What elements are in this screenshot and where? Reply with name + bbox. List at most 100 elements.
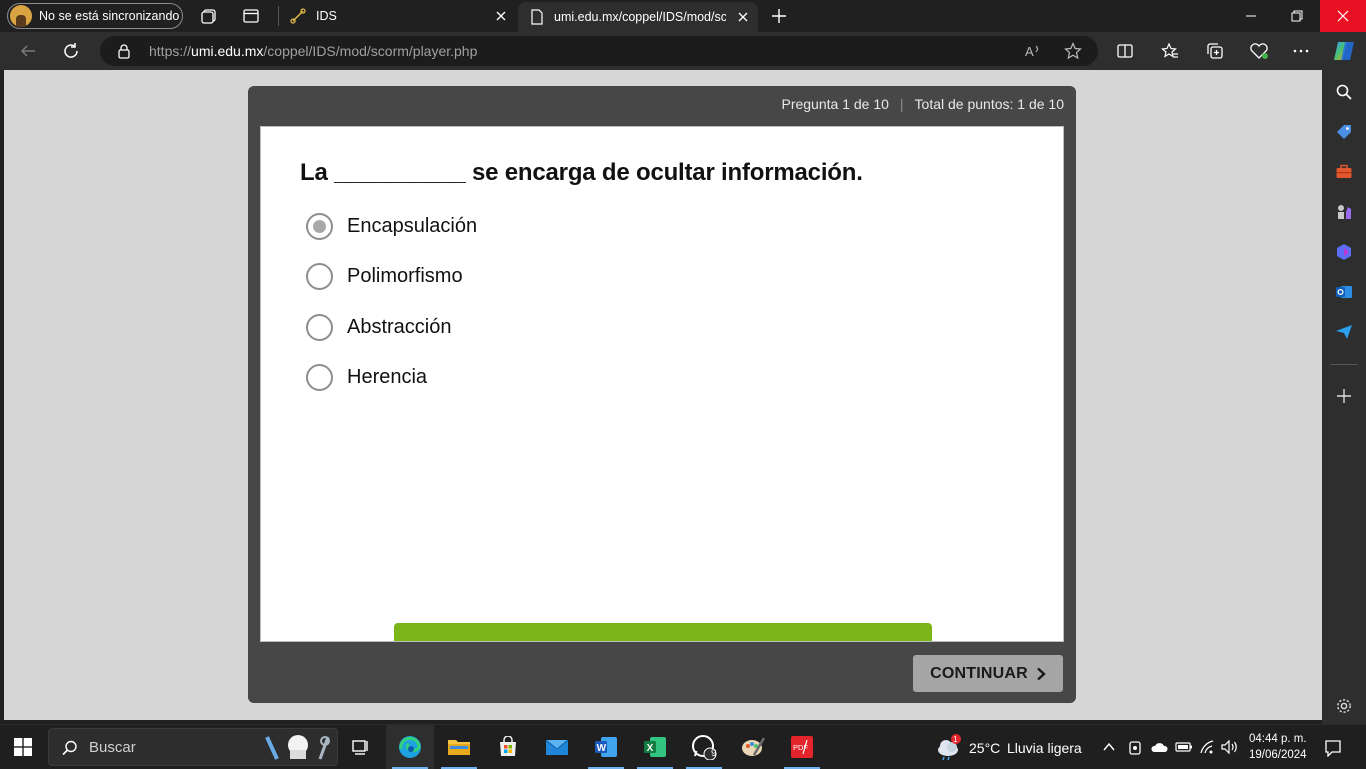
clock[interactable]: 04:44 p. m. 19/06/2024 xyxy=(1249,731,1307,763)
tab-ids[interactable]: IDS xyxy=(282,0,516,32)
weather-temperature[interactable]: 25°C xyxy=(969,740,1000,756)
option-label: Abstracción xyxy=(347,315,452,338)
quiz-status: Pregunta 1 de 10 | Total de puntos: 1 de… xyxy=(781,96,1064,112)
tab-actions-icon[interactable] xyxy=(241,6,261,26)
url-path: /coppel/IDS/mod/scorm/player.php xyxy=(263,43,478,59)
option-encapsulacion[interactable]: Encapsulación xyxy=(306,212,477,240)
radio[interactable] xyxy=(306,262,333,290)
avatar xyxy=(10,5,32,27)
onedrive-icon[interactable] xyxy=(1150,740,1168,754)
copilot-icon[interactable] xyxy=(1332,39,1356,63)
radio[interactable] xyxy=(306,313,333,341)
radio-selected[interactable] xyxy=(306,212,333,240)
page-viewport: Pregunta 1 de 10 | Total de puntos: 1 de… xyxy=(4,70,1322,720)
close-window-button[interactable] xyxy=(1320,0,1366,32)
pdf-app-icon[interactable]: PDF xyxy=(778,725,826,769)
search-placeholder: Buscar xyxy=(89,739,136,756)
browser-toolbar: https://umi.edu.mx/coppel/IDS/mod/scorm/… xyxy=(0,32,1366,70)
whatsapp-badge: 9 xyxy=(711,748,717,759)
favorite-star-icon[interactable] xyxy=(1064,42,1082,60)
read-aloud-icon[interactable]: A xyxy=(1024,42,1042,60)
close-tab-icon[interactable] xyxy=(494,9,508,23)
url-scheme: https:// xyxy=(149,43,192,59)
tab-title: umi.edu.mx/coppel/IDS/mod/scorm/player.p… xyxy=(554,10,726,24)
route-icon xyxy=(290,8,306,24)
restore-button[interactable] xyxy=(1274,0,1320,32)
send-icon[interactable] xyxy=(1334,322,1354,342)
url-domain: umi.edu.mx xyxy=(191,43,264,59)
minimize-button[interactable] xyxy=(1228,0,1274,32)
volume-icon[interactable] xyxy=(1221,740,1239,754)
option-label: Encapsulación xyxy=(347,214,478,237)
option-abstraccion[interactable]: Abstracción xyxy=(306,313,452,341)
file-explorer-icon[interactable] xyxy=(435,725,483,769)
profile-sync-label: No se está sincronizando xyxy=(39,9,180,23)
sidebar-divider xyxy=(1330,364,1358,365)
radio[interactable] xyxy=(306,363,333,391)
taskbar: Buscar W X 9 PDF 1 25°C Lluvia ligera 04… xyxy=(0,724,1366,769)
svg-text:X: X xyxy=(647,743,654,754)
page-icon xyxy=(530,9,544,25)
windows-start-icon[interactable] xyxy=(14,738,32,756)
outlook-icon[interactable] xyxy=(1334,282,1354,302)
svg-text:W: W xyxy=(597,743,607,754)
option-label: Herencia xyxy=(347,365,428,388)
weather-description[interactable]: Lluvia ligera xyxy=(1007,740,1082,756)
search-icon[interactable] xyxy=(1334,82,1354,102)
question-counter: Pregunta 1 de 10 xyxy=(781,96,889,112)
tab-divider xyxy=(278,6,279,26)
option-herencia[interactable]: Herencia xyxy=(306,363,427,391)
url-text: https://umi.edu.mx/coppel/IDS/mod/scorm/… xyxy=(149,43,477,59)
chevron-up-icon[interactable] xyxy=(1102,740,1116,754)
scorm-player: Pregunta 1 de 10 | Total de puntos: 1 de… xyxy=(248,86,1076,703)
weather-icon[interactable]: 1 xyxy=(936,734,962,760)
edge-taskbar-icon[interactable] xyxy=(386,725,434,769)
workspaces-icon[interactable] xyxy=(199,6,219,26)
toolbox-icon[interactable] xyxy=(1334,162,1354,182)
lock-icon[interactable] xyxy=(117,43,131,59)
tag-icon[interactable] xyxy=(1334,122,1354,142)
svg-text:A: A xyxy=(1025,44,1034,59)
edge-sidebar xyxy=(1322,70,1366,724)
microsoft-store-icon[interactable] xyxy=(484,725,532,769)
option-label: Polimorfismo xyxy=(347,264,463,287)
chef-hat-icon xyxy=(265,733,331,763)
new-tab-icon[interactable] xyxy=(769,6,789,26)
task-view-icon[interactable] xyxy=(337,725,385,769)
notifications-icon[interactable] xyxy=(1324,739,1342,757)
refresh-icon[interactable] xyxy=(61,41,81,61)
profile-button[interactable]: No se está sincronizando xyxy=(7,3,183,29)
back-icon[interactable] xyxy=(18,41,38,61)
tab-title: IDS xyxy=(316,9,337,23)
address-bar[interactable]: https://umi.edu.mx/coppel/IDS/mod/scorm/… xyxy=(100,36,1098,66)
paint-icon[interactable] xyxy=(729,725,777,769)
settings-icon[interactable] xyxy=(1334,696,1354,716)
whatsapp-icon[interactable]: 9 xyxy=(680,725,728,769)
weather-badge: 1 xyxy=(953,735,958,744)
tab-player[interactable]: umi.edu.mx/coppel/IDS/mod/scorm/player.p… xyxy=(518,2,758,32)
continue-button[interactable]: CONTINUAR xyxy=(913,655,1063,692)
add-icon[interactable] xyxy=(1334,386,1354,406)
wifi-icon[interactable] xyxy=(1199,740,1217,754)
option-polimorfismo[interactable]: Polimorfismo xyxy=(306,262,463,290)
more-options-icon[interactable] xyxy=(1291,41,1311,61)
meet-now-icon[interactable] xyxy=(1127,740,1143,756)
close-tab-icon[interactable] xyxy=(736,10,750,24)
title-bar: No se está sincronizando IDS umi.edu.mx/… xyxy=(0,0,1366,32)
excel-icon[interactable]: X xyxy=(631,725,679,769)
taskbar-search[interactable]: Buscar xyxy=(48,728,338,766)
split-screen-icon[interactable] xyxy=(1115,41,1135,61)
clock-time: 04:44 p. m. xyxy=(1249,733,1307,745)
continue-label: CONTINUAR xyxy=(930,664,1028,682)
clock-date: 19/06/2024 xyxy=(1249,749,1307,761)
status-separator: | xyxy=(899,96,904,112)
battery-icon[interactable] xyxy=(1175,740,1193,754)
collections-icon[interactable] xyxy=(1205,41,1225,61)
chevron-right-icon xyxy=(1036,667,1046,681)
chess-icon[interactable] xyxy=(1334,202,1354,222)
word-icon[interactable]: W xyxy=(582,725,630,769)
browser-essentials-icon[interactable] xyxy=(1249,41,1269,61)
favorites-icon[interactable] xyxy=(1160,41,1180,61)
copilot-sidebar-icon[interactable] xyxy=(1334,242,1354,262)
mail-icon[interactable] xyxy=(533,725,581,769)
